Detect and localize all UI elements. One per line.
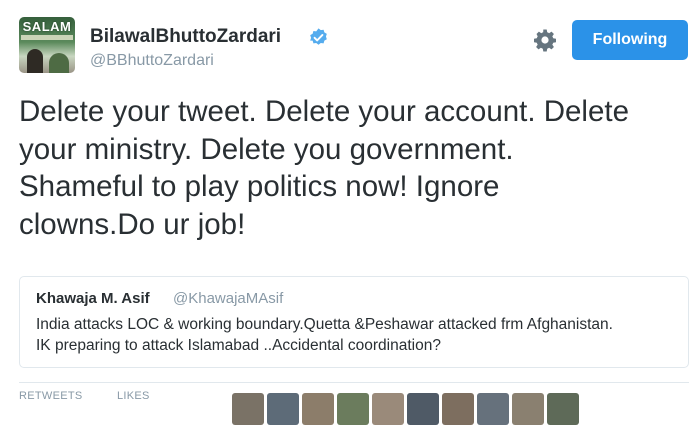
quoted-tweet-card[interactable]: Khawaja M. Asif @KhawajaMAsif India atta… (19, 276, 689, 368)
display-name[interactable]: BilawalBhuttoZardari (90, 26, 281, 48)
quoted-tweet-author: Khawaja M. Asif (36, 290, 150, 307)
screen-name[interactable]: @BBhuttoZardari (90, 52, 214, 70)
tweet-text: Delete your tweet. Delete your account. … (19, 95, 629, 241)
liker-avatar[interactable] (372, 393, 404, 425)
quoted-tweet-text: India attacks LOC & working boundary.Que… (36, 316, 613, 354)
liker-avatar[interactable] (302, 393, 334, 425)
likes-label[interactable]: LIKES (117, 390, 150, 402)
avatar[interactable]: SALAM (19, 17, 75, 73)
liker-avatar[interactable] (477, 393, 509, 425)
liker-avatar[interactable] (267, 393, 299, 425)
avatar-figure (27, 49, 43, 73)
avatar-banner-strip (21, 35, 73, 40)
liker-avatar[interactable] (512, 393, 544, 425)
liker-avatar[interactable] (407, 393, 439, 425)
quoted-tweet-screen-name: @KhawajaMAsif (173, 290, 284, 307)
retweets-label[interactable]: RETWEETS (19, 390, 83, 402)
gear-icon[interactable] (533, 28, 557, 52)
liker-avatar[interactable] (442, 393, 474, 425)
likers-avatars (232, 393, 579, 425)
liker-avatar[interactable] (547, 393, 579, 425)
following-button[interactable]: Following (572, 20, 688, 60)
liker-avatar[interactable] (337, 393, 369, 425)
liker-avatar[interactable] (232, 393, 264, 425)
stats-divider (19, 382, 689, 383)
verified-badge-icon (310, 28, 327, 45)
avatar-figure-secondary (49, 53, 69, 73)
avatar-logo-text: SALAM (22, 19, 72, 34)
